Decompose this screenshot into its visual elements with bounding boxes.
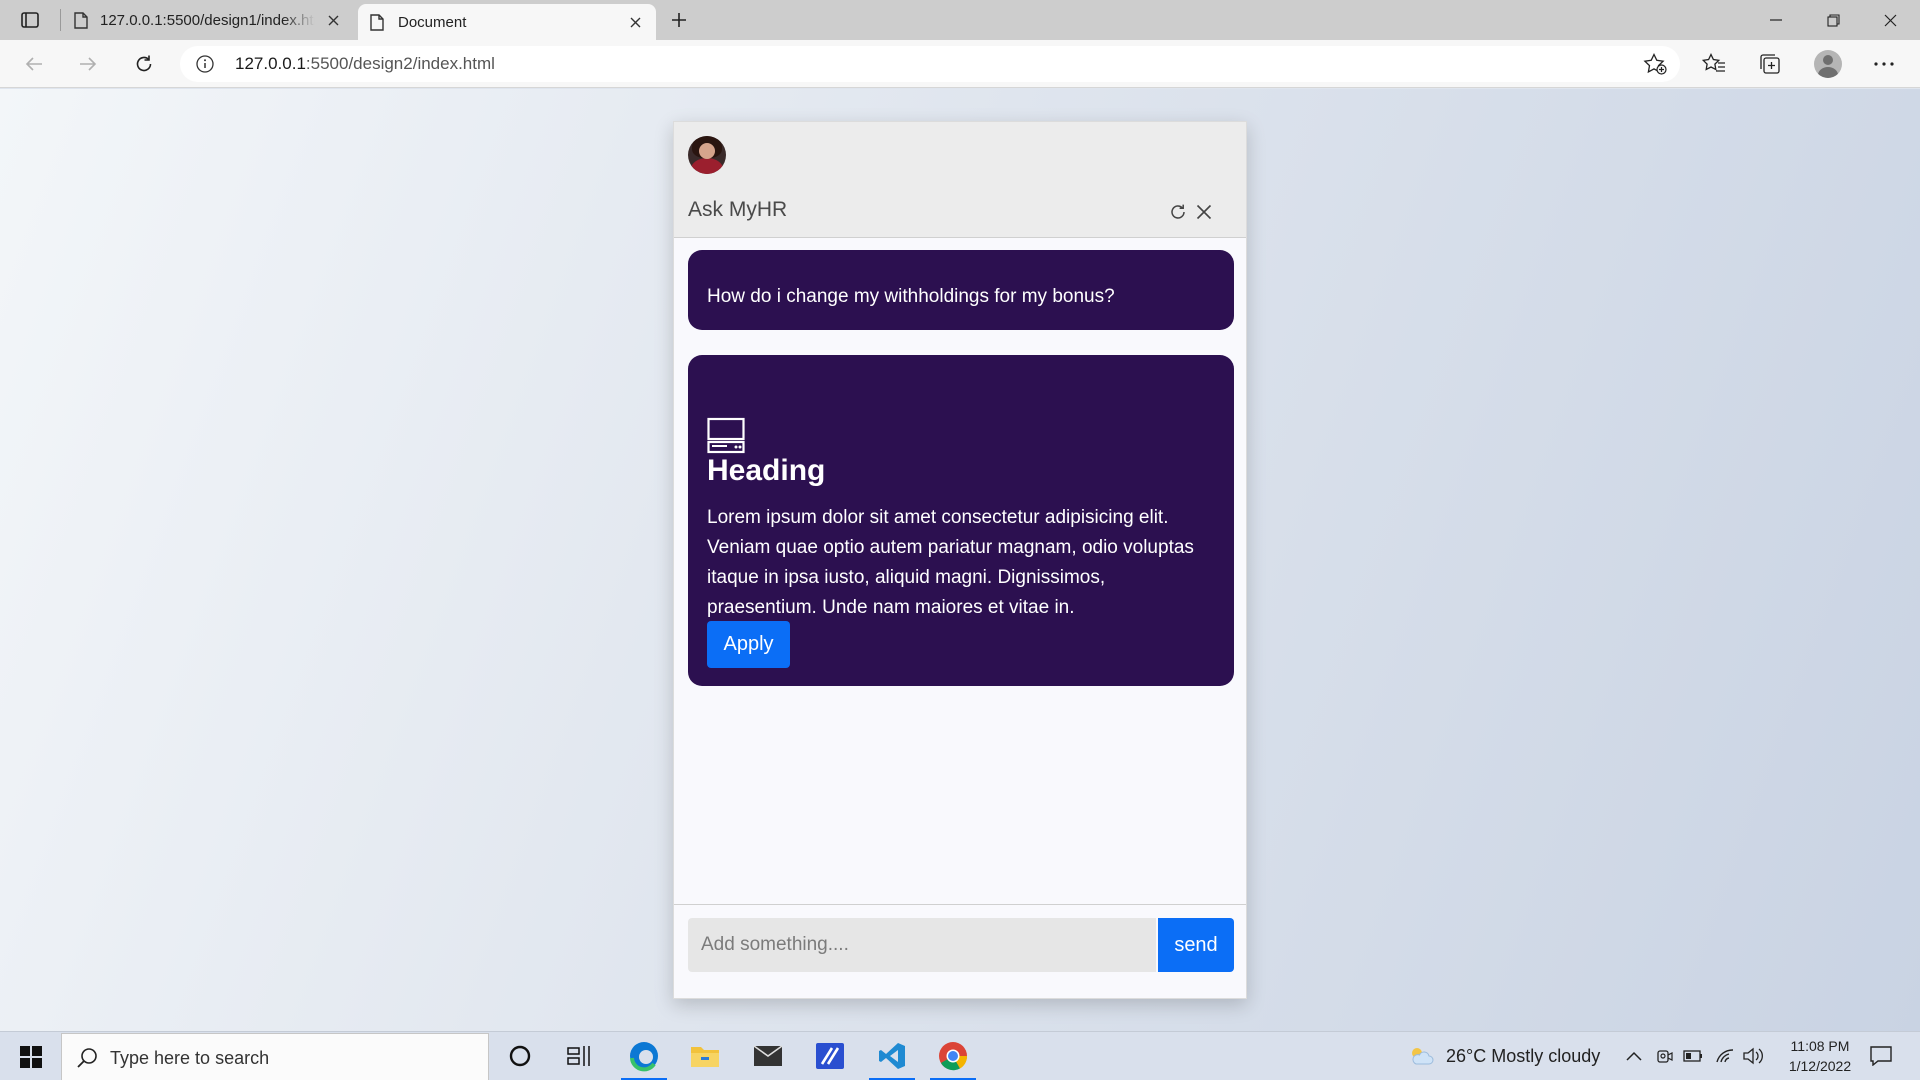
url-path: :5500/design2/index.html — [305, 54, 495, 73]
edge-taskbar-app[interactable] — [619, 1033, 669, 1080]
search-icon — [76, 1047, 98, 1069]
bot-card-bubble: Heading Lorem ipsum dolor sit amet conse… — [688, 355, 1234, 686]
powerapp-taskbar-app[interactable] — [805, 1033, 855, 1079]
url-host: 127.0.0.1 — [235, 54, 306, 73]
restore-icon — [1826, 13, 1840, 27]
favorites-icon — [1702, 53, 1725, 72]
restart-chat-button[interactable] — [1166, 200, 1190, 224]
task-view-icon — [567, 1046, 590, 1066]
wifi-icon[interactable] — [1714, 1045, 1736, 1067]
notification-icon — [1870, 1046, 1892, 1066]
weather-icon[interactable] — [1408, 1045, 1434, 1067]
browser-tab-bar: 127.0.0.1:5500/design1/index.html Docume… — [0, 0, 1920, 40]
user-message-bubble: How do i change my withholdings for my b… — [688, 250, 1234, 330]
battery-icon[interactable] — [1682, 1045, 1704, 1067]
profile-avatar-icon — [1814, 50, 1842, 78]
chat-header: Ask MyHR — [674, 122, 1246, 238]
tab-title: Document — [398, 13, 467, 31]
task-view-button[interactable] — [554, 1033, 604, 1079]
minimize-button[interactable] — [1748, 0, 1804, 40]
vscode-icon — [879, 1043, 905, 1069]
plus-icon — [672, 13, 686, 27]
site-info-icon[interactable] — [196, 55, 214, 73]
windows-logo-icon — [20, 1046, 42, 1068]
meet-now-icon[interactable] — [1653, 1045, 1675, 1067]
windows-taskbar: Type here to search 26°C Mostly cloudy 1… — [0, 1031, 1920, 1080]
file-explorer-taskbar-app[interactable] — [680, 1033, 730, 1079]
back-button[interactable] — [16, 48, 52, 80]
chat-footer: send — [674, 904, 1246, 998]
restore-button[interactable] — [1805, 0, 1861, 40]
tab-separator — [60, 9, 61, 31]
chat-widget: Ask MyHR How do i change my withholdings… — [673, 121, 1247, 999]
chrome-taskbar-app[interactable] — [928, 1033, 978, 1080]
more-dots-icon — [1874, 62, 1894, 66]
close-icon — [1884, 14, 1896, 26]
notifications-button[interactable] — [1868, 1045, 1894, 1067]
search-placeholder: Type here to search — [110, 1048, 270, 1068]
favorites-button[interactable] — [1696, 48, 1732, 80]
profile-button[interactable] — [1810, 48, 1846, 80]
forward-button[interactable] — [70, 48, 106, 80]
chevron-up-icon — [1626, 1051, 1642, 1061]
url-field[interactable]: 127.0.0.1:5500/design2/index.html — [180, 46, 1680, 82]
star-add-icon — [1643, 53, 1667, 75]
app-logo-icon — [816, 1043, 844, 1069]
send-button[interactable]: send — [1158, 918, 1234, 972]
more-menu-button[interactable] — [1866, 48, 1902, 80]
back-arrow-icon — [25, 57, 42, 71]
chat-title: Ask MyHR — [688, 198, 788, 221]
system-clock[interactable]: 11:08 PM 1/12/2022 — [1770, 1036, 1870, 1076]
apply-button[interactable]: Apply — [707, 621, 790, 668]
bot-avatar — [688, 136, 726, 174]
cortana-button[interactable] — [495, 1033, 545, 1079]
volume-icon[interactable] — [1742, 1045, 1764, 1067]
taskbar-search[interactable]: Type here to search — [61, 1033, 489, 1080]
show-hidden-icons-button[interactable] — [1623, 1045, 1645, 1067]
weather-text[interactable]: 26°C Mostly cloudy — [1446, 1046, 1600, 1067]
reload-icon — [136, 55, 152, 72]
start-button[interactable] — [8, 1038, 54, 1076]
mail-taskbar-app[interactable] — [743, 1033, 793, 1079]
tab-design1[interactable]: 127.0.0.1:5500/design1/index.html — [62, 0, 354, 40]
close-chat-button[interactable] — [1192, 200, 1216, 224]
card-heading: Heading — [707, 454, 826, 487]
user-message-text: How do i change my withholdings for my b… — [707, 286, 1115, 307]
collections-icon — [1760, 54, 1780, 74]
close-tab-icon[interactable] — [624, 11, 646, 33]
chrome-icon — [939, 1042, 968, 1071]
url-text: 127.0.0.1:5500/design2/index.html — [235, 54, 495, 74]
tab-title: 127.0.0.1:5500/design1/index.html — [100, 11, 315, 29]
tab-actions-icon — [21, 12, 39, 28]
computer-icon — [707, 417, 745, 454]
refresh-page-button[interactable] — [126, 48, 162, 80]
forward-arrow-icon — [80, 57, 97, 71]
message-input[interactable] — [688, 918, 1156, 972]
page-icon — [370, 13, 384, 31]
new-tab-button[interactable] — [664, 6, 694, 34]
mail-icon — [753, 1045, 783, 1066]
card-body-text: Lorem ipsum dolor sit amet consectetur a… — [707, 507, 1194, 618]
close-tab-icon[interactable] — [322, 9, 344, 31]
tab-document[interactable]: Document — [358, 4, 656, 40]
folder-icon — [691, 1047, 719, 1067]
vscode-taskbar-app[interactable] — [867, 1033, 917, 1080]
close-window-button[interactable] — [1862, 0, 1918, 40]
clock-time: 11:08 PM — [1790, 1038, 1850, 1054]
close-icon — [1196, 204, 1212, 220]
collections-button[interactable] — [1752, 48, 1788, 80]
clock-date: 1/12/2022 — [1788, 1058, 1852, 1074]
page-viewport: Ask MyHR How do i change my withholdings… — [0, 89, 1920, 1031]
tab-actions-button[interactable] — [14, 8, 46, 32]
refresh-icon — [1171, 204, 1185, 219]
edge-browser-icon — [630, 1042, 658, 1072]
page-icon — [74, 11, 88, 29]
add-favorite-button[interactable] — [1637, 48, 1673, 80]
address-bar: 127.0.0.1:5500/design2/index.html — [0, 40, 1920, 88]
minimize-icon — [1770, 19, 1782, 21]
cortana-icon — [509, 1045, 531, 1067]
